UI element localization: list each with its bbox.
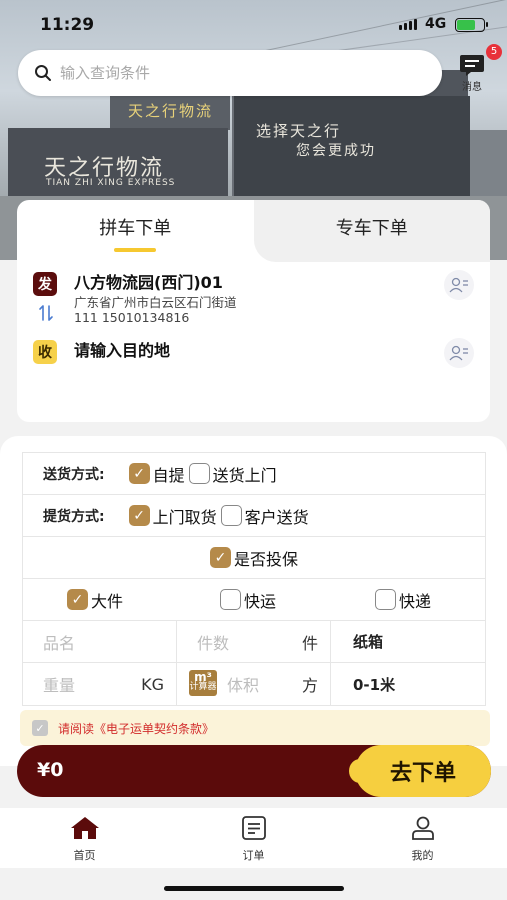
checkbox-checked-icon: ✓ [128, 505, 150, 526]
option-express-freight[interactable]: 快运 [220, 588, 276, 612]
checkbox-unchecked-icon [188, 463, 210, 484]
option-self-pickup[interactable]: ✓ 自提 [128, 462, 185, 486]
status-bar: 11:29 4G [0, 0, 507, 50]
pickup-method-row: 提货方式: ✓ 上门取货 客户送货 [23, 495, 485, 537]
receiver-row[interactable]: 收 请输入目的地 [33, 340, 170, 364]
checkbox-checked-icon: ✓ [128, 463, 150, 484]
sign-english: TIAN ZHI XING EXPRESS [46, 178, 176, 188]
order-type-tabs: 拼车下单 专车下单 [17, 200, 490, 262]
option-large-item[interactable]: ✓ 大件 [67, 588, 123, 612]
search-icon [35, 65, 51, 81]
sender-tag: 发 [33, 272, 57, 296]
checkbox-unchecked-icon [220, 589, 241, 610]
options-table: 送货方式: ✓ 自提 送货上门 提货方式: ✓ 上门取货 客户送货 ✓ 是否投保… [22, 452, 486, 706]
tab-home[interactable]: 首页 [0, 808, 169, 868]
message-icon [460, 55, 484, 76]
checkbox-unchecked-icon [375, 589, 396, 610]
calculator-icon[interactable]: m³ 计算器 [189, 670, 217, 696]
option-door-delivery[interactable]: 送货上门 [188, 462, 277, 486]
sender-contact: 111 15010134816 [74, 310, 190, 325]
order-card: 拼车下单 专车下单 发 八方物流园(西门)01 广东省广州市白云区石门街道 11… [17, 200, 490, 422]
pickup-method-label: 提货方式: [43, 508, 105, 525]
count-unit: 件 [301, 633, 318, 653]
home-indicator[interactable] [164, 886, 344, 891]
option-door-pickup[interactable]: ✓ 上门取货 [128, 504, 217, 528]
tab-dedicated-order[interactable]: 专车下单 [253, 200, 490, 262]
goods-row: 品名 件数 件 纸箱 [23, 621, 485, 663]
swap-icon[interactable] [37, 304, 55, 322]
orders-icon [241, 816, 266, 840]
receiver-contact-book-icon[interactable] [444, 338, 474, 368]
home-icon [70, 817, 99, 839]
option-courier[interactable]: 快递 [375, 588, 431, 612]
volume-field[interactable]: m³ 计算器 体积 方 [177, 663, 331, 705]
total-price: ¥0 [37, 759, 64, 781]
search-input[interactable] [60, 64, 400, 82]
agreement-row[interactable]: ✓ 请阅读《电子运单契约条款》 [20, 710, 490, 746]
order-bar: ¥0 去下单 [17, 745, 491, 797]
package-select[interactable]: 纸箱 [331, 621, 485, 662]
tab-carpool-order[interactable]: 拼车下单 [17, 200, 254, 262]
delivery-method-label: 送货方式: [43, 466, 105, 483]
weight-field[interactable]: 重量 KG [23, 663, 177, 705]
bottom-tab-bar: 首页 订单 我的 [0, 808, 507, 868]
option-insurance[interactable]: ✓ 是否投保 [209, 546, 298, 570]
clock: 11:29 [40, 15, 95, 35]
goods-count-field[interactable]: 件数 件 [177, 621, 331, 662]
slogan-line-1: 选择天之行 [256, 122, 342, 140]
volume-range-select[interactable]: 0-1米 [331, 663, 485, 705]
delivery-method-row: 送货方式: ✓ 自提 送货上门 [23, 453, 485, 495]
tab-label: 拼车下单 [99, 218, 172, 239]
messages-label: 消息 [462, 82, 482, 93]
tab-orders[interactable]: 订单 [169, 808, 338, 868]
receiver-placeholder: 请输入目的地 [74, 341, 171, 360]
checkbox-checked-icon: ✓ [67, 589, 88, 610]
building [470, 130, 507, 200]
receiver-tag: 收 [33, 340, 57, 364]
tab-profile[interactable]: 我的 [338, 808, 507, 868]
active-tab-indicator [114, 248, 157, 252]
weight-unit: KG [141, 674, 164, 694]
sender-contact-book-icon[interactable] [444, 270, 474, 300]
sender-address: 广东省广州市白云区石门街道 [74, 295, 237, 310]
agreement-checkbox-icon[interactable]: ✓ [32, 720, 48, 736]
search-bar[interactable] [18, 50, 442, 96]
checkbox-checked-icon: ✓ [209, 547, 231, 568]
goods-name-field[interactable]: 品名 [23, 621, 177, 662]
cargo-type-row: ✓ 大件 快运 快递 [23, 579, 485, 621]
weight-volume-row: 重量 KG m³ 计算器 体积 方 0-1米 [23, 663, 485, 705]
profile-icon [411, 816, 434, 840]
place-order-label: 去下单 [389, 761, 456, 786]
insurance-row: ✓ 是否投保 [23, 537, 485, 579]
tab-label: 专车下单 [335, 218, 408, 239]
place-order-button[interactable]: 去下单 [349, 745, 491, 797]
sign-top: 天之行物流 [128, 102, 214, 120]
checkbox-unchecked-icon [220, 505, 242, 526]
battery-icon [455, 18, 488, 32]
agreement-link[interactable]: 请阅读《电子运单契约条款》 [58, 720, 214, 737]
slogan-line-2: 您会更成功 [296, 143, 376, 159]
messages-badge: 5 [486, 44, 502, 60]
volume-unit: 方 [301, 676, 318, 695]
option-customer-dropoff[interactable]: 客户送货 [220, 504, 309, 528]
signal-icon [399, 19, 417, 30]
messages-button[interactable]: 消息 5 [452, 44, 502, 96]
network-type: 4G [425, 16, 447, 32]
